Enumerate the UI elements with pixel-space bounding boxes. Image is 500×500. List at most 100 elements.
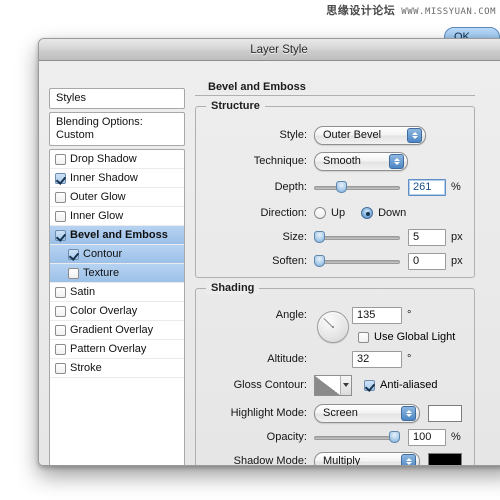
highlight-opacity-row: Opacity: 100 % — [196, 427, 474, 447]
technique-row: Technique: Smooth — [196, 151, 474, 171]
checkbox-inner-shadow[interactable] — [55, 172, 66, 184]
checkbox-anti-aliased[interactable] — [364, 379, 375, 391]
effect-row-outer-glow[interactable]: Outer Glow — [50, 188, 184, 207]
soften-slider[interactable] — [314, 254, 400, 268]
soften-row: Soften: 0 px — [196, 251, 474, 271]
use-global-light-row[interactable]: Use Global Light — [358, 327, 474, 347]
slider-thumb[interactable] — [336, 181, 347, 193]
checkbox-drop-shadow[interactable] — [55, 153, 66, 165]
watermark-text-cn: 思缘设计论坛 — [326, 5, 396, 17]
highlight-opacity-value-field[interactable]: 100 — [408, 428, 446, 446]
style-label: Style: — [279, 129, 307, 141]
direction-label: Direction: — [260, 207, 307, 219]
checkbox-outer-glow[interactable] — [55, 191, 66, 203]
highlight-mode-select[interactable]: Screen — [314, 403, 420, 423]
depth-unit: % — [451, 181, 461, 193]
style-select[interactable]: Outer Bevel — [314, 125, 426, 145]
effect-label: Inner Glow — [70, 210, 124, 222]
effect-row-stroke[interactable]: Stroke — [50, 359, 184, 378]
effect-label: Bevel and Emboss — [70, 229, 168, 241]
effect-row-satin[interactable]: Satin — [50, 283, 184, 302]
effect-label: Contour — [83, 248, 123, 260]
radio-direction-up[interactable] — [314, 207, 326, 219]
updown-arrows-icon — [389, 153, 404, 169]
effect-label: Texture — [83, 267, 120, 279]
gloss-contour-picker[interactable] — [314, 374, 352, 396]
effect-label: Satin — [70, 286, 96, 298]
blending-options-row[interactable]: Blending Options: Custom — [49, 112, 185, 146]
checkbox-bevel-and-emboss[interactable] — [55, 229, 66, 241]
use-global-light-label: Use Global Light — [374, 331, 456, 343]
slider-thumb[interactable] — [389, 431, 400, 443]
chevron-down-icon[interactable] — [340, 375, 351, 395]
effect-label: Gradient Overlay — [70, 324, 154, 336]
direction-down-label: Down — [378, 207, 407, 219]
checkbox-pattern-overlay[interactable] — [55, 343, 66, 355]
anti-aliased-label: Anti-aliased — [380, 379, 438, 391]
effect-row-contour[interactable]: Contour — [50, 245, 184, 264]
altitude-row: Altitude: 32 ° — [196, 349, 474, 369]
checkbox-texture[interactable] — [68, 267, 79, 279]
effect-row-inner-shadow[interactable]: Inner Shadow — [50, 169, 184, 188]
slider-thumb[interactable] — [314, 231, 325, 243]
styles-header[interactable]: Styles — [49, 88, 185, 109]
highlight-opacity-unit: % — [451, 431, 461, 443]
altitude-unit: ° — [407, 353, 412, 365]
soften-value-field[interactable]: 0 — [408, 252, 446, 270]
size-value-field[interactable]: 5 — [408, 228, 446, 246]
effect-row-bevel-and-emboss[interactable]: Bevel and Emboss — [50, 226, 184, 245]
dialog-body: Styles Blending Options: Custom Drop Sha… — [39, 61, 500, 465]
styles-column: Styles Blending Options: Custom Drop Sha… — [49, 88, 185, 465]
dialog-titlebar[interactable]: Layer Style — [39, 39, 500, 61]
angle-dial[interactable] — [317, 311, 349, 343]
shadow-mode-select[interactable]: Multiply — [314, 451, 420, 466]
direction-up-label: Up — [331, 207, 346, 219]
effect-label: Outer Glow — [70, 191, 126, 203]
effect-row-color-overlay[interactable]: Color Overlay — [50, 302, 184, 321]
effect-label: Color Overlay — [70, 305, 138, 317]
checkbox-color-overlay[interactable] — [55, 305, 66, 317]
watermark-url: WWW.MISSYUAN.COM — [401, 7, 496, 17]
angle-label: Angle: — [275, 309, 307, 321]
shadow-color-swatch[interactable] — [428, 452, 462, 465]
depth-value-field[interactable]: 261 — [408, 178, 446, 196]
effect-row-texture[interactable]: Texture — [50, 264, 184, 283]
effect-row-drop-shadow[interactable]: Drop Shadow — [50, 150, 184, 169]
effect-row-inner-glow[interactable]: Inner Glow — [50, 207, 184, 226]
structure-group: Structure Style: Outer Bevel Technique: … — [195, 100, 475, 278]
radio-direction-down[interactable] — [361, 207, 374, 219]
effect-label: Pattern Overlay — [70, 343, 147, 355]
effect-row-gradient-overlay[interactable]: Gradient Overlay — [50, 321, 184, 340]
checkbox-use-global-light[interactable] — [358, 331, 369, 343]
angle-unit: ° — [407, 309, 412, 321]
effects-list: Drop Shadow Inner Shadow Outer Glow Inne… — [49, 149, 185, 465]
checkbox-stroke[interactable] — [55, 362, 66, 374]
slider-track — [314, 436, 400, 440]
checkbox-satin[interactable] — [55, 286, 66, 298]
depth-slider[interactable] — [314, 180, 400, 194]
soften-label: Soften: — [272, 255, 307, 267]
checkbox-inner-glow[interactable] — [55, 210, 66, 222]
slider-track — [314, 236, 400, 240]
slider-track — [314, 260, 400, 264]
shadow-mode-value: Multiply — [323, 455, 361, 466]
size-slider[interactable] — [314, 230, 400, 244]
angle-value-field[interactable]: 135 — [352, 306, 402, 324]
altitude-value-field[interactable]: 32 — [352, 350, 402, 368]
direction-row: Direction: Up Down — [196, 203, 474, 223]
dialog-title: Layer Style — [250, 43, 308, 56]
slider-thumb[interactable] — [314, 255, 325, 267]
technique-label: Technique: — [253, 155, 307, 167]
style-row: Style: Outer Bevel — [196, 125, 474, 145]
highlight-color-swatch[interactable] — [428, 404, 462, 422]
technique-select-value: Smooth — [323, 155, 361, 167]
technique-select[interactable]: Smooth — [314, 151, 408, 171]
checkbox-contour[interactable] — [68, 248, 79, 260]
highlight-opacity-slider[interactable] — [314, 430, 400, 444]
checkbox-gradient-overlay[interactable] — [55, 324, 66, 336]
depth-label: Depth: — [274, 181, 307, 193]
effect-row-pattern-overlay[interactable]: Pattern Overlay — [50, 340, 184, 359]
shadow-mode-label: Shadow Mode: — [233, 455, 307, 466]
shading-group: Shading Angle: 135 ° Use Global Light Al… — [195, 282, 475, 466]
style-select-value: Outer Bevel — [323, 129, 382, 141]
